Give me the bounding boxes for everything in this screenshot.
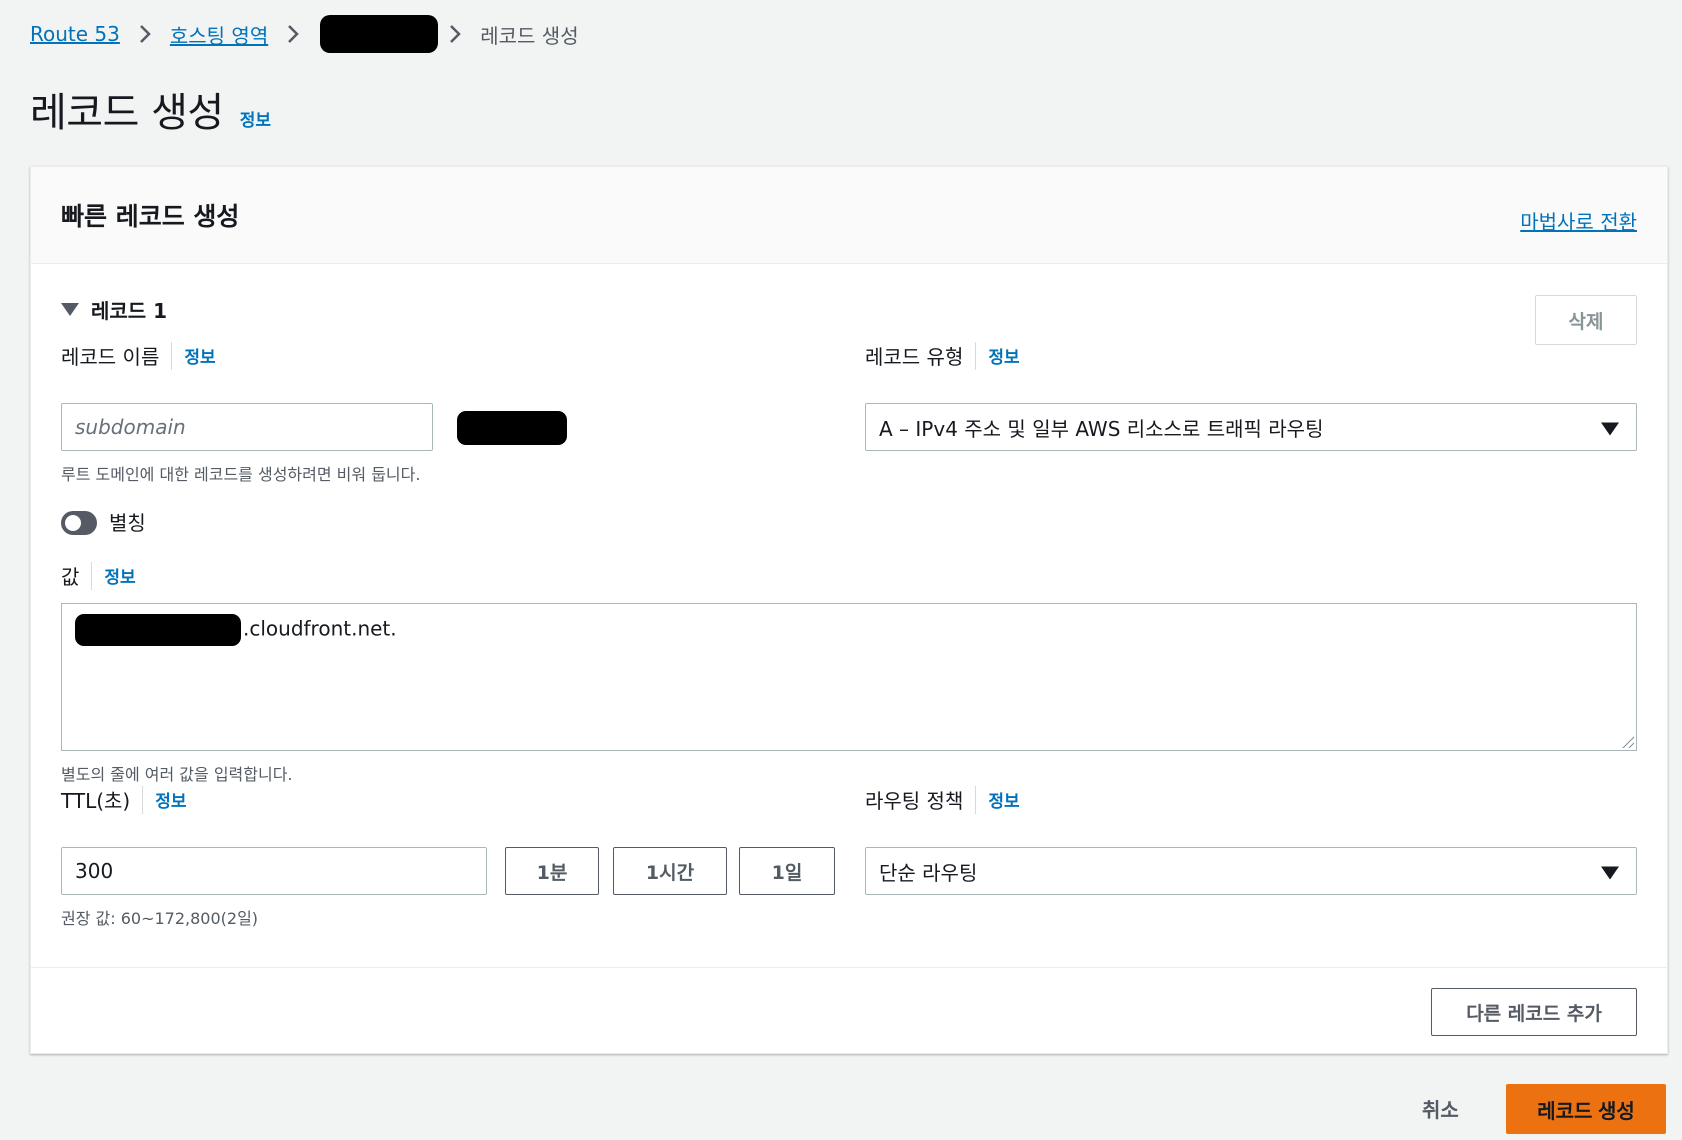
label-divider: [171, 341, 173, 370]
record-type-label-row: 레코드 유형 정보: [865, 341, 1020, 370]
dropdown-arrow-icon: [1601, 866, 1619, 880]
label-divider: [91, 561, 93, 590]
page-info-link[interactable]: 정보: [240, 106, 271, 131]
chevron-right-icon: [448, 23, 462, 45]
panel-title: 빠른 레코드 생성: [61, 202, 240, 231]
routing-policy-select[interactable]: 단순 라우팅: [865, 847, 1637, 895]
breadcrumb-route53[interactable]: Route 53: [30, 22, 120, 46]
page-header: 레코드 생성 정보: [30, 80, 271, 138]
value-hint: 별도의 줄에 여러 값을 입력합니다.: [61, 765, 293, 784]
ttl-1-hour-button[interactable]: 1시간: [613, 847, 727, 895]
alias-toggle[interactable]: [61, 511, 97, 535]
routing-label: 라우팅 정책: [865, 789, 964, 813]
record-name-label-row: 레코드 이름 정보: [61, 341, 216, 370]
add-another-record-button[interactable]: 다른 레코드 추가: [1431, 988, 1637, 1036]
record-name-label: 레코드 이름: [61, 345, 160, 369]
panel-footer-divider: [31, 967, 1667, 968]
delete-record-button[interactable]: 삭제: [1535, 295, 1637, 345]
record-name-info-link[interactable]: 정보: [184, 343, 215, 368]
cancel-button[interactable]: 취소: [1422, 1094, 1459, 1123]
label-divider: [142, 785, 144, 814]
record-1-toggle[interactable]: 레코드 1: [61, 295, 167, 324]
breadcrumb-hosted-zones[interactable]: 호스팅 영역: [170, 20, 268, 49]
toggle-knob: [65, 515, 81, 531]
routing-info-link[interactable]: 정보: [988, 787, 1019, 812]
redacted-cloudfront-id: [75, 614, 241, 646]
ttl-1-minute-button[interactable]: 1분: [505, 847, 599, 895]
value-label-row: 값 정보: [61, 561, 136, 590]
ttl-label: TTL(초): [61, 789, 131, 813]
record-heading: 레코드 1: [91, 299, 168, 323]
record-type-label: 레코드 유형: [865, 345, 964, 369]
breadcrumb: Route 53 호스팅 영역 레코드 생성: [30, 15, 579, 53]
value-info-link[interactable]: 정보: [104, 563, 135, 588]
switch-to-wizard-link[interactable]: 마법사로 전환: [1520, 206, 1637, 235]
label-divider: [975, 785, 977, 814]
value-label: 값: [61, 565, 80, 589]
record-name-input[interactable]: subdomain: [61, 403, 433, 451]
value-textarea[interactable]: .cloudfront.net.: [61, 603, 1637, 751]
quick-create-panel: 빠른 레코드 생성 마법사로 전환 레코드 1 삭제 레코드 이름 정보 sub…: [30, 166, 1668, 1054]
breadcrumb-current: 레코드 생성: [480, 23, 579, 48]
chevron-right-icon: [138, 23, 152, 45]
routing-label-row: 라우팅 정책 정보: [865, 785, 1020, 814]
record-type-select[interactable]: A – IPv4 주소 및 일부 AWS 리소스로 트래픽 라우팅: [865, 403, 1637, 451]
panel-header: 빠른 레코드 생성 마법사로 전환: [31, 167, 1667, 264]
routing-selected: 단순 라우팅: [879, 860, 978, 885]
ttl-label-row: TTL(초) 정보: [61, 785, 187, 814]
dropdown-arrow-icon: [1601, 422, 1619, 436]
create-records-button[interactable]: 레코드 생성: [1506, 1084, 1666, 1134]
value-text: .cloudfront.net.: [243, 616, 397, 641]
ttl-1-day-button[interactable]: 1일: [739, 847, 835, 895]
resize-handle-icon[interactable]: [1622, 736, 1634, 748]
ttl-input[interactable]: 300: [61, 847, 487, 895]
alias-label: 별칭: [109, 511, 146, 535]
record-type-info-link[interactable]: 정보: [988, 343, 1019, 368]
record-name-hint: 루트 도메인에 대한 레코드를 생성하려면 비워 둡니다.: [61, 465, 421, 484]
redacted-domain-suffix: [457, 411, 567, 445]
chevron-right-icon: [286, 23, 300, 45]
ttl-hint: 권장 값: 60~172,800(2일): [61, 909, 259, 928]
record-type-selected: A – IPv4 주소 및 일부 AWS 리소스로 트래픽 라우팅: [879, 416, 1324, 441]
ttl-info-link[interactable]: 정보: [155, 787, 186, 812]
label-divider: [975, 341, 977, 370]
page-title: 레코드 생성: [30, 90, 224, 136]
breadcrumb-redacted-zone[interactable]: [320, 15, 439, 53]
caret-down-icon: [61, 303, 79, 316]
